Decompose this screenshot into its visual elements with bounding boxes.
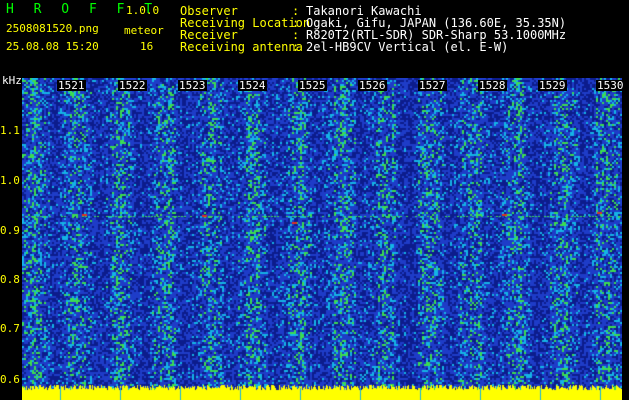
spectrogram-plot [22,78,622,400]
x-tick-label: 1524 [238,79,267,92]
antenna-value: 2el-HB9CV Vertical (el. E-W) [306,40,509,54]
antenna-label: Receiving antenna [180,40,303,54]
meteor-label: meteor [124,24,164,37]
x-tick-label: 1528 [478,79,507,92]
x-tick-label: 1523 [178,79,207,92]
y-axis-unit: kHz [2,74,22,87]
meteor-count: 16 [140,40,154,53]
x-tick-label: 1522 [118,79,147,92]
x-tick-label: 1525 [298,79,327,92]
antenna-sep: : [292,40,300,54]
y-tick-label: 0.9 [0,224,20,237]
y-tick-label: 0.7 [0,322,20,335]
y-tick-label: 1.0 [0,174,20,187]
x-tick-label: 1529 [538,79,567,92]
app-version: 1.0.0 [126,4,160,17]
x-tick-label: 1527 [418,79,447,92]
y-tick-label: 0.8 [0,273,20,286]
capture-datetime: 25.08.08 15:20 [6,40,99,53]
x-tick-label: 1526 [358,79,387,92]
x-tick-label: 1521 [57,79,86,92]
file-name: 2508081520.png [6,22,99,35]
x-tick-label: 1530 [596,79,625,92]
y-tick-label: 0.6 [0,373,20,386]
y-tick-label: 1.1 [0,124,20,137]
